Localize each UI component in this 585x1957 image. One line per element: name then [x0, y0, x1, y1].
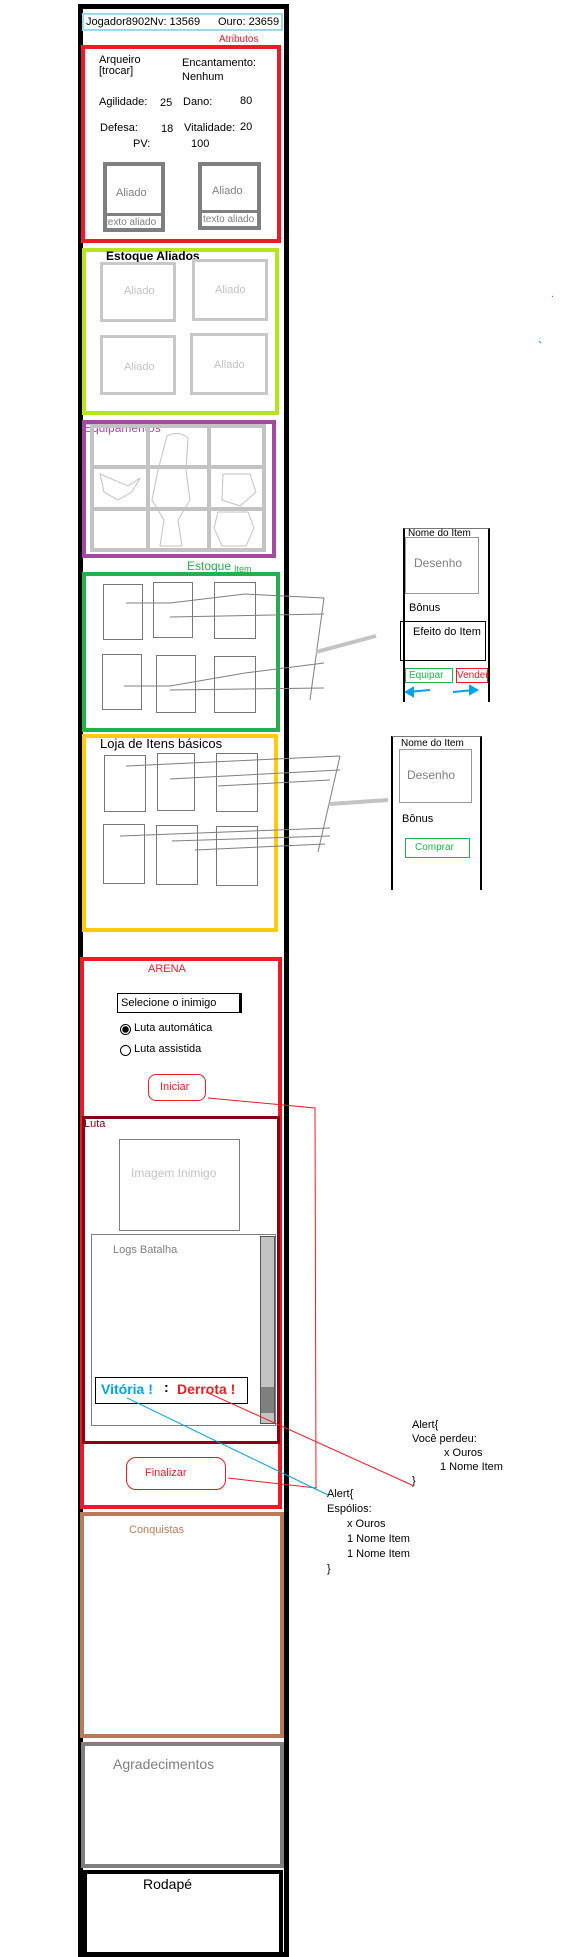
- annotation-lines: [119, 295, 554, 1496]
- popup-arrows: [403, 684, 480, 698]
